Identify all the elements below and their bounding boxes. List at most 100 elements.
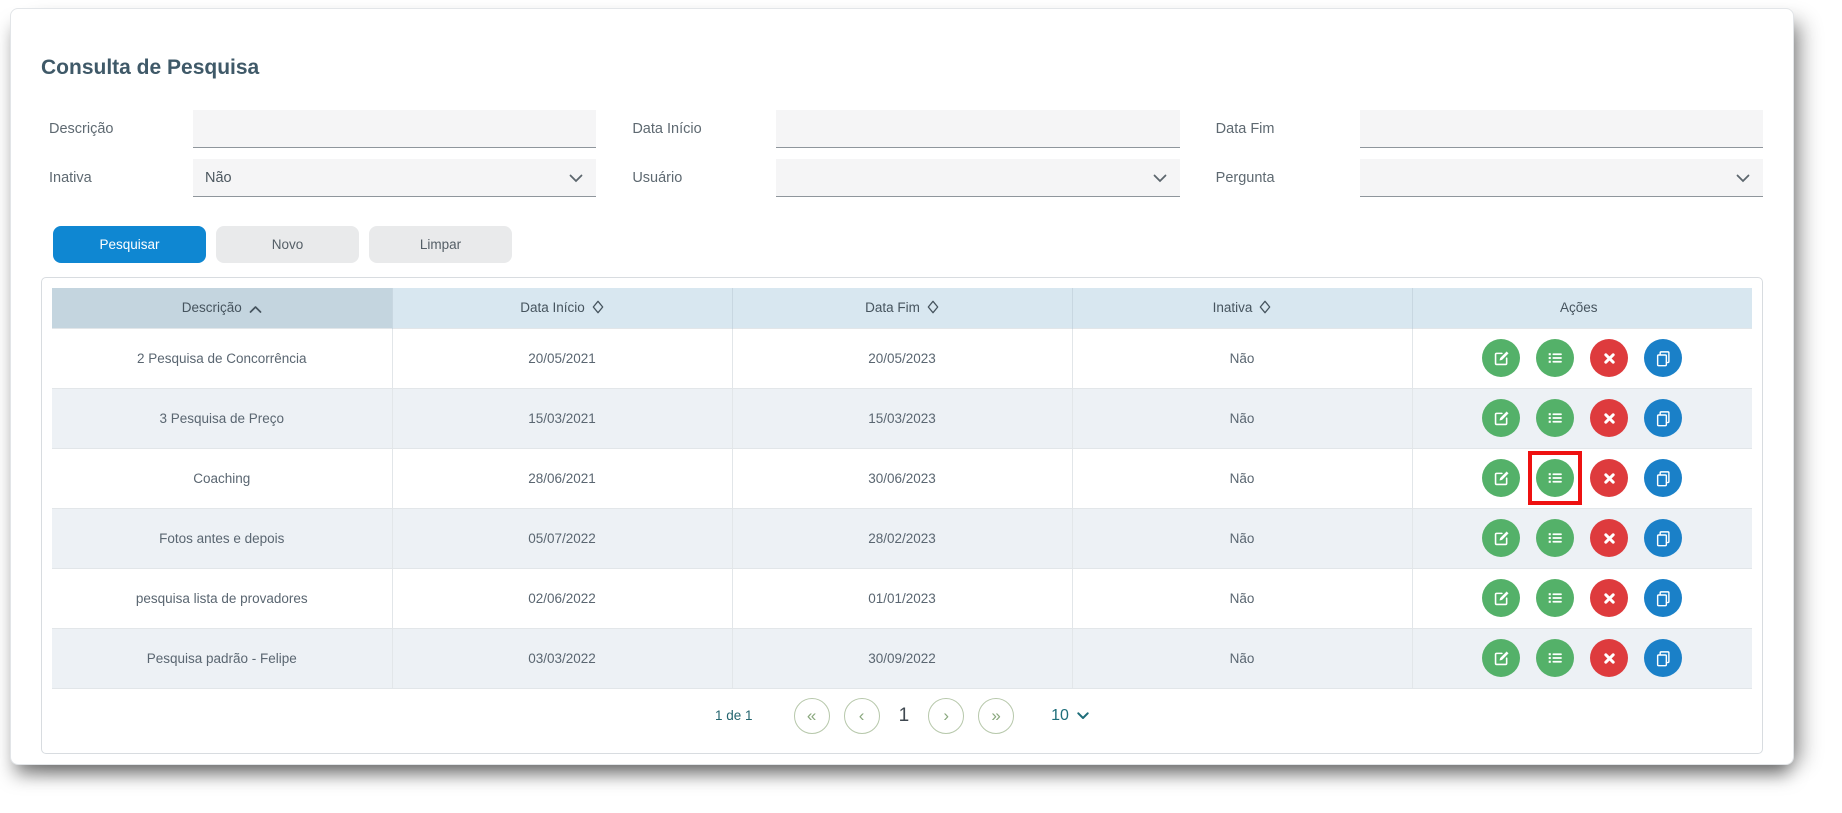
cell-inativa: Não xyxy=(1071,627,1412,688)
cell-descricao: Fotos antes e depois xyxy=(52,507,392,568)
delete-action-button[interactable] xyxy=(1590,399,1629,437)
cell-data-inicio: 05/07/2022 xyxy=(391,507,732,568)
edit-action-button[interactable] xyxy=(1482,399,1521,437)
edit-icon xyxy=(1494,530,1509,545)
table-body: 2 Pesquisa de Concorrência 20/05/2021 20/0… xyxy=(52,327,1752,688)
copy-action-button[interactable] xyxy=(1644,579,1683,617)
edit-action-button[interactable] xyxy=(1482,639,1521,677)
inativa-label: Inativa xyxy=(49,170,92,186)
list-action-button[interactable] xyxy=(1528,451,1583,505)
column-label: Inativa xyxy=(1212,300,1253,316)
first-page-button[interactable]: « xyxy=(793,697,830,734)
list-action-button[interactable] xyxy=(1536,519,1575,557)
inativa-select-value: Não xyxy=(205,169,232,186)
cell-data-inicio: 15/03/2021 xyxy=(391,387,732,448)
results-table-container: Descrição Data Início Data Fim Inativa A… xyxy=(41,277,1763,754)
delete-icon xyxy=(1604,352,1615,364)
cell-descricao: Pesquisa padrão - Felipe xyxy=(52,627,392,688)
column-header-data-inicio[interactable]: Data Início xyxy=(391,288,732,328)
edit-action-button[interactable] xyxy=(1482,579,1521,617)
usuario-label: Usuário xyxy=(632,170,683,186)
consulta-pesquisa-card: Consulta de Pesquisa Descrição Data Iníc… xyxy=(10,8,1794,765)
pergunta-label: Pergunta xyxy=(1215,170,1275,186)
novo-button[interactable]: Novo xyxy=(216,226,359,263)
pergunta-select[interactable] xyxy=(1359,159,1763,197)
list-icon xyxy=(1548,533,1563,543)
copy-action-button[interactable] xyxy=(1644,399,1683,437)
list-action-button[interactable] xyxy=(1536,399,1575,437)
cell-inativa: Não xyxy=(1071,447,1412,508)
page-size-value: 10 xyxy=(1051,706,1069,724)
list-icon xyxy=(1548,653,1563,663)
inativa-select[interactable]: Não xyxy=(193,159,597,197)
copy-icon xyxy=(1656,590,1670,606)
data-inicio-input[interactable] xyxy=(776,110,1180,148)
table-row: Coaching 28/06/2021 30/06/2023 Não xyxy=(52,447,1752,508)
current-page[interactable]: 1 xyxy=(899,705,910,727)
list-action-button[interactable] xyxy=(1536,639,1575,677)
table-row: Fotos antes e depois 05/07/2022 28/02/2023… xyxy=(52,507,1752,568)
column-label: Descrição xyxy=(181,300,242,316)
cell-actions xyxy=(1411,567,1752,628)
list-action-button[interactable] xyxy=(1536,339,1575,377)
edit-icon xyxy=(1494,350,1509,365)
cell-inativa: Não xyxy=(1071,387,1412,448)
chevron-down-icon xyxy=(1077,711,1089,719)
filter-data-fim: Data Fim xyxy=(1208,110,1763,148)
edit-action-button[interactable] xyxy=(1482,459,1521,497)
list-icon xyxy=(1548,353,1563,363)
cell-data-inicio: 02/06/2022 xyxy=(391,567,732,628)
copy-icon xyxy=(1656,650,1670,666)
page-title: Consulta de Pesquisa xyxy=(41,56,260,79)
filter-pergunta: Pergunta xyxy=(1208,159,1763,197)
delete-icon xyxy=(1604,532,1615,544)
delete-action-button[interactable] xyxy=(1590,339,1629,377)
cell-data-inicio: 20/05/2021 xyxy=(391,327,732,388)
copy-action-button[interactable] xyxy=(1644,639,1683,677)
cell-data-fim: 20/05/2023 xyxy=(731,327,1072,388)
column-header-inativa[interactable]: Inativa xyxy=(1071,288,1412,328)
delete-action-button[interactable] xyxy=(1590,579,1629,617)
column-header-data-fim[interactable]: Data Fim xyxy=(731,288,1072,328)
copy-icon xyxy=(1656,410,1670,426)
delete-icon xyxy=(1604,592,1615,604)
descricao-input[interactable] xyxy=(193,110,597,148)
prev-page-button[interactable]: ‹ xyxy=(843,697,880,734)
pesquisar-button[interactable]: Pesquisar xyxy=(53,226,206,263)
page-size-select[interactable]: 10 xyxy=(1051,707,1089,725)
cell-descricao: Coaching xyxy=(52,447,392,508)
copy-action-button[interactable] xyxy=(1644,339,1683,377)
cell-actions xyxy=(1411,507,1752,568)
next-page-button[interactable]: › xyxy=(928,697,965,734)
edit-action-button[interactable] xyxy=(1482,339,1521,377)
delete-action-button[interactable] xyxy=(1590,639,1629,677)
cell-data-inicio: 28/06/2021 xyxy=(391,447,732,508)
cell-data-fim: 30/09/2022 xyxy=(731,627,1072,688)
edit-action-button[interactable] xyxy=(1482,519,1521,557)
table-row: Pesquisa padrão - Felipe 03/03/2022 30/09/… xyxy=(52,627,1752,688)
list-icon xyxy=(1548,413,1563,423)
sort-ascending-icon xyxy=(249,306,262,314)
last-page-button[interactable]: » xyxy=(978,697,1015,734)
delete-action-button[interactable] xyxy=(1590,519,1629,557)
column-label: Ações xyxy=(1559,300,1598,316)
sort-icon xyxy=(1260,300,1271,314)
list-icon xyxy=(1548,473,1563,483)
chevron-down-icon xyxy=(1736,174,1750,183)
delete-icon xyxy=(1604,472,1615,484)
cell-inativa: Não xyxy=(1071,507,1412,568)
limpar-button[interactable]: Limpar xyxy=(369,226,512,263)
delete-icon xyxy=(1604,652,1615,664)
usuario-select[interactable] xyxy=(776,159,1180,197)
cell-descricao: pesquisa lista de provadores xyxy=(52,567,392,628)
delete-action-button[interactable] xyxy=(1590,459,1629,497)
copy-action-button[interactable] xyxy=(1644,519,1683,557)
data-inicio-label: Data Início xyxy=(632,121,702,137)
copy-action-button[interactable] xyxy=(1644,459,1683,497)
cell-inativa: Não xyxy=(1071,567,1412,628)
column-header-descricao[interactable]: Descrição xyxy=(52,288,392,328)
table-header-row: Descrição Data Início Data Fim Inativa A… xyxy=(52,288,1752,328)
data-fim-input[interactable] xyxy=(1359,110,1763,148)
list-action-button[interactable] xyxy=(1536,579,1575,617)
filters-section: Descrição Data Início Data Fim Inativa N… xyxy=(41,110,1763,197)
